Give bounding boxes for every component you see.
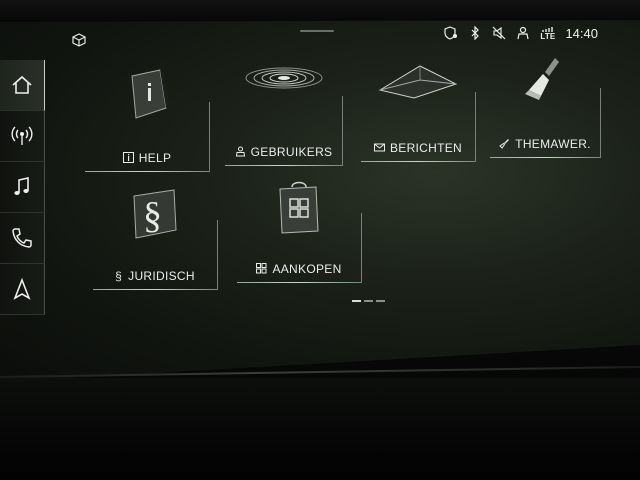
tile-users[interactable]: GEBRUIKERS (225, 67, 343, 166)
purchases-artwork (237, 179, 361, 239)
tile-label-legal: JURIDISCH (128, 269, 195, 283)
sidebar-item-media[interactable] (0, 162, 45, 213)
phone-icon (12, 228, 32, 248)
tile-purchases[interactable]: AANKOPEN (237, 181, 362, 283)
pull-down-handle[interactable] (300, 30, 334, 32)
sidebar (0, 60, 54, 318)
help-artwork (85, 68, 209, 128)
tile-messages[interactable]: BERICHTEN (361, 65, 476, 162)
sidebar-item-navigation[interactable] (0, 264, 45, 315)
store-bag-icon (256, 263, 267, 274)
users-artwork (225, 62, 342, 122)
location-shield-icon (444, 26, 458, 40)
tile-label-messages: BERICHTEN (389, 141, 463, 155)
page-dot (376, 300, 385, 302)
home-icon (12, 75, 32, 94)
page-dot (352, 300, 361, 302)
display-bezel-bottom (0, 378, 640, 480)
tile-label-users: GEBRUIKERS (250, 145, 333, 159)
tile-legal[interactable]: § § JURIDISCH (93, 189, 218, 290)
section-sign-icon: § (115, 269, 123, 283)
status-bar: LTE 14:40 (444, 24, 598, 42)
sidebar-item-phone[interactable] (0, 213, 45, 264)
music-note-icon (14, 177, 29, 195)
page-dot (364, 300, 373, 302)
network-label: LTE (540, 31, 556, 41)
tile-themes[interactable]: THEMAWER. (490, 58, 601, 158)
user-icon (235, 146, 245, 157)
lte-signal-icon: LTE (540, 26, 555, 41)
brush-icon (499, 139, 510, 149)
tile-label-help: HELP (138, 151, 172, 165)
radio-antenna-icon (11, 126, 33, 145)
legal-artwork: § (93, 186, 217, 246)
sidebar-item-radio[interactable] (0, 111, 45, 162)
bluetooth-icon (471, 26, 480, 40)
page-indicator[interactable] (352, 300, 385, 302)
clock: 14:40 (565, 25, 598, 41)
navigation-arrow-icon (13, 277, 31, 300)
info-icon (122, 152, 134, 163)
user-icon (517, 26, 529, 40)
sidebar-item-home[interactable] (0, 60, 45, 111)
envelope-icon (373, 143, 385, 152)
themes-artwork (490, 54, 600, 114)
tile-label-purchases: AANKOPEN (272, 262, 342, 276)
messages-artwork (361, 58, 475, 118)
cube-icon[interactable] (72, 33, 86, 47)
tile-label-themes: THEMAWER. (515, 137, 591, 151)
display-bezel-top (0, 0, 640, 22)
sound-muted-icon (492, 26, 506, 40)
svg-text:§: § (143, 195, 162, 237)
tile-help[interactable]: HELP (85, 69, 210, 172)
